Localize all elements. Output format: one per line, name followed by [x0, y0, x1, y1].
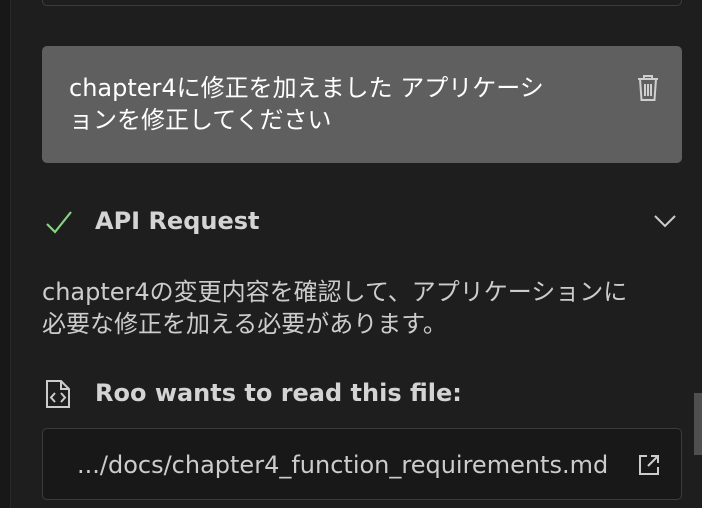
api-request-header[interactable]: API Request [42, 202, 682, 240]
file-code-icon [46, 380, 70, 408]
assistant-message-line: chapter4の変更内容を確認して、アプリケーションに [42, 278, 628, 306]
file-read-header: Roo wants to read this file: [42, 375, 682, 413]
chevron-down-icon[interactable] [652, 211, 678, 231]
file-path-box[interactable]: .../docs/chapter4_function_requirements.… [42, 428, 682, 500]
file-read-title: Roo wants to read this file: [95, 379, 462, 407]
chat-panel: chapter4に修正を加えました アプリケーシ ョンを修正してください API… [0, 0, 702, 508]
previous-message-box [42, 0, 682, 6]
user-message-line: chapter4に修正を加えました アプリケーシ [69, 74, 544, 102]
panel-left-border [0, 0, 11, 508]
user-message: chapter4に修正を加えました アプリケーシ ョンを修正してください [42, 46, 682, 163]
scrollbar-thumb[interactable] [694, 393, 702, 455]
external-link-icon[interactable] [637, 453, 661, 477]
assistant-message-line: 必要な修正を加える必要があります。 [42, 310, 447, 338]
check-icon [46, 211, 72, 234]
trash-icon[interactable] [636, 74, 660, 102]
user-message-line: ョンを修正してください [69, 106, 332, 134]
api-request-title: API Request [95, 207, 260, 235]
file-path[interactable]: .../docs/chapter4_function_requirements.… [77, 449, 608, 481]
user-message-text: chapter4に修正を加えました アプリケーシ ョンを修正してください [69, 72, 589, 136]
assistant-message: chapter4の変更内容を確認して、アプリケーションに 必要な修正を加える必要… [42, 276, 682, 340]
